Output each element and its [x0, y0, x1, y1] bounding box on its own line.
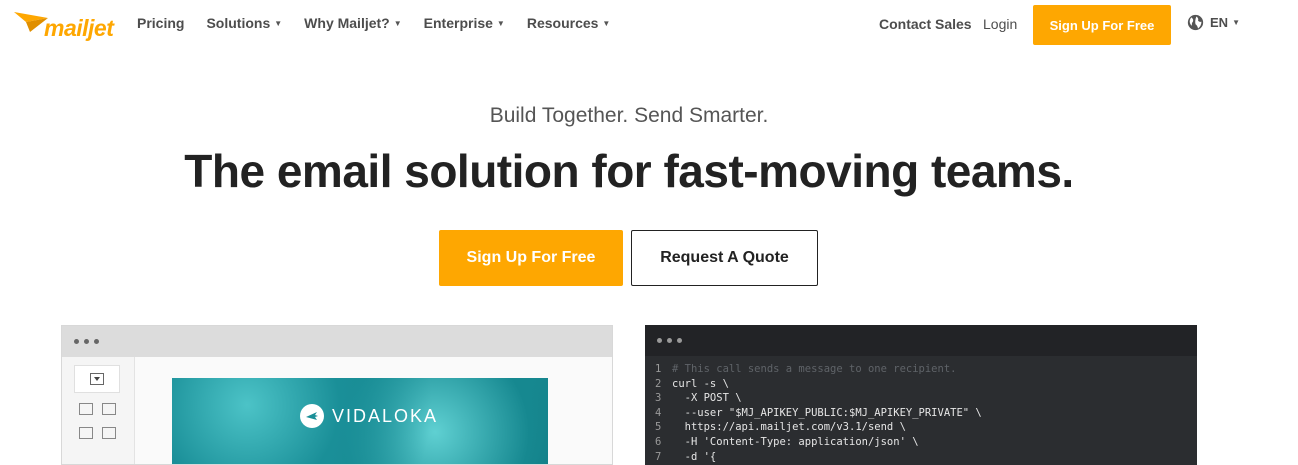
window-dot	[677, 338, 682, 343]
email-brand-name: VIDALOKA	[332, 405, 439, 426]
nav-item-label: Pricing	[137, 15, 185, 31]
caret-down-icon: ▼	[496, 18, 505, 28]
login-link[interactable]: Login	[983, 16, 1017, 32]
editor-sidebar	[62, 357, 135, 464]
code-text: --user "$MJ_APIKEY_PUBLIC:$MJ_APIKEY_PRI…	[672, 406, 982, 419]
window-dot	[84, 339, 89, 344]
nav-item-label: Resources	[526, 15, 599, 31]
code-text: -X POST \	[672, 392, 742, 405]
line-number: 2	[655, 377, 662, 390]
window-dots	[74, 339, 104, 344]
line-number: 4	[655, 406, 662, 419]
api-code-preview: 1 # This call sends a message to one rec…	[645, 325, 1197, 465]
nav-item-label: Solutions	[206, 15, 271, 31]
window-title-bar	[645, 325, 1197, 356]
nav-item-label: Why Mailjet?	[304, 15, 390, 31]
window-dots	[657, 338, 687, 343]
dropdown-icon	[90, 373, 104, 385]
layout-one-column-icon[interactable]	[79, 403, 93, 415]
caret-down-icon: ▼	[393, 18, 402, 28]
airplane-icon	[300, 404, 324, 428]
window-dot	[657, 338, 662, 343]
signup-button[interactable]: Sign Up For Free	[1033, 5, 1171, 45]
layout-four-column-icon[interactable]	[102, 427, 116, 439]
line-number: 7	[655, 450, 662, 463]
email-brand: VIDALOKA	[300, 404, 438, 428]
mailjet-logo[interactable]: mailjet	[14, 6, 114, 42]
line-number: 3	[655, 392, 662, 405]
code-text: https://api.mailjet.com/v3.1/send \	[672, 421, 906, 434]
signup-cta-button[interactable]: Sign Up For Free	[439, 230, 623, 286]
language-selector[interactable]: EN ▼	[1187, 14, 1240, 31]
code-text: -d '{	[672, 450, 717, 463]
nav-links: Pricing Solutions ▼ Why Mailjet? ▼ Enter…	[137, 15, 632, 31]
code-text: -H 'Content-Type: application/json' \	[672, 435, 919, 448]
code-line: 1 # This call sends a message to one rec…	[655, 362, 982, 377]
code-line: 4 --user "$MJ_APIKEY_PUBLIC:$MJ_APIKEY_P…	[655, 406, 982, 421]
nav-item-solutions[interactable]: Solutions ▼	[206, 15, 282, 31]
code-line: 7 -d '{	[655, 450, 982, 465]
nav-item-pricing[interactable]: Pricing	[137, 15, 184, 31]
caret-down-icon: ▼	[274, 18, 283, 28]
code-text: curl -s \	[672, 377, 729, 390]
code-block: 1 # This call sends a message to one rec…	[655, 362, 982, 464]
code-line: 6 -H 'Content-Type: application/json' \	[655, 435, 982, 450]
request-quote-button[interactable]: Request A Quote	[631, 230, 818, 286]
code-line: 2 curl -s \	[655, 377, 982, 392]
nav-item-why-mailjet[interactable]: Why Mailjet? ▼	[304, 15, 401, 31]
window-dot	[74, 339, 79, 344]
layout-two-column-icon[interactable]	[102, 403, 116, 415]
block-tool[interactable]	[74, 365, 120, 393]
logo-text: mailjet	[44, 15, 114, 41]
line-number: 5	[655, 421, 662, 434]
line-number: 1	[655, 363, 662, 375]
code-line: 3 -X POST \	[655, 391, 982, 406]
code-text: # This call sends a message to one recip…	[672, 363, 957, 375]
code-line: 5 https://api.mailjet.com/v3.1/send \	[655, 420, 982, 435]
nav-item-enterprise[interactable]: Enterprise ▼	[424, 15, 505, 31]
language-label: EN	[1210, 15, 1229, 30]
window-title-bar	[62, 326, 612, 357]
caret-down-icon: ▼	[1232, 18, 1240, 27]
layout-three-column-icon[interactable]	[79, 427, 93, 439]
globe-icon	[1187, 14, 1204, 31]
window-dot	[667, 338, 672, 343]
hero-headline: The email solution for fast-moving teams…	[184, 145, 1074, 197]
window-dot	[94, 339, 99, 344]
nav-item-resources[interactable]: Resources ▼	[527, 15, 611, 31]
caret-down-icon: ▼	[602, 18, 611, 28]
line-number: 6	[655, 435, 662, 448]
top-nav: mailjet Pricing Solutions ▼ Why Mailjet?…	[0, 0, 1298, 48]
email-editor-preview: VIDALOKA	[61, 325, 613, 465]
nav-item-label: Enterprise	[423, 15, 493, 31]
contact-sales-link[interactable]: Contact Sales	[879, 16, 972, 32]
hero-tagline: Build Together. Send Smarter.	[489, 104, 769, 127]
